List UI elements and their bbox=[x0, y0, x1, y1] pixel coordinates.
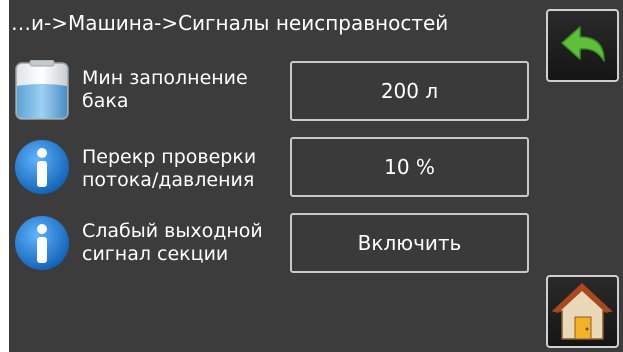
row-label-line2: потока/давления bbox=[82, 169, 255, 191]
screen: …и->Машина->Сигналы неисправностей Мин з… bbox=[9, 0, 623, 352]
weak-section-signal-button[interactable]: Включить bbox=[290, 213, 529, 273]
info-icon bbox=[13, 138, 71, 196]
row-label-min-tank-fill: Мин заполнение бака bbox=[82, 67, 287, 113]
row-label-weak-section-signal: Слабый выходной сигнал секции bbox=[82, 220, 287, 266]
breadcrumb: …и->Машина->Сигналы неисправностей bbox=[11, 11, 449, 35]
row-label-line1: Перекр проверки bbox=[82, 146, 257, 168]
back-button[interactable] bbox=[546, 9, 619, 82]
row-label-line2: сигнал секции bbox=[82, 243, 229, 265]
row-label-flow-pressure-check: Перекр проверки потока/давления bbox=[82, 146, 287, 192]
row-label-line1: Мин заполнение bbox=[82, 67, 248, 89]
min-tank-fill-button[interactable]: 200 л bbox=[290, 61, 529, 121]
flow-pressure-check-button[interactable]: 10 % bbox=[290, 137, 529, 197]
device-frame: …и->Машина->Сигналы неисправностей Мин з… bbox=[0, 0, 623, 352]
tank-level-icon bbox=[13, 59, 71, 120]
row-label-line1: Слабый выходной bbox=[82, 220, 263, 242]
back-arrow-icon bbox=[561, 26, 605, 62]
home-icon bbox=[552, 283, 613, 340]
info-icon bbox=[13, 214, 71, 272]
row-label-line2: бака bbox=[82, 90, 129, 112]
home-button[interactable] bbox=[546, 275, 619, 348]
